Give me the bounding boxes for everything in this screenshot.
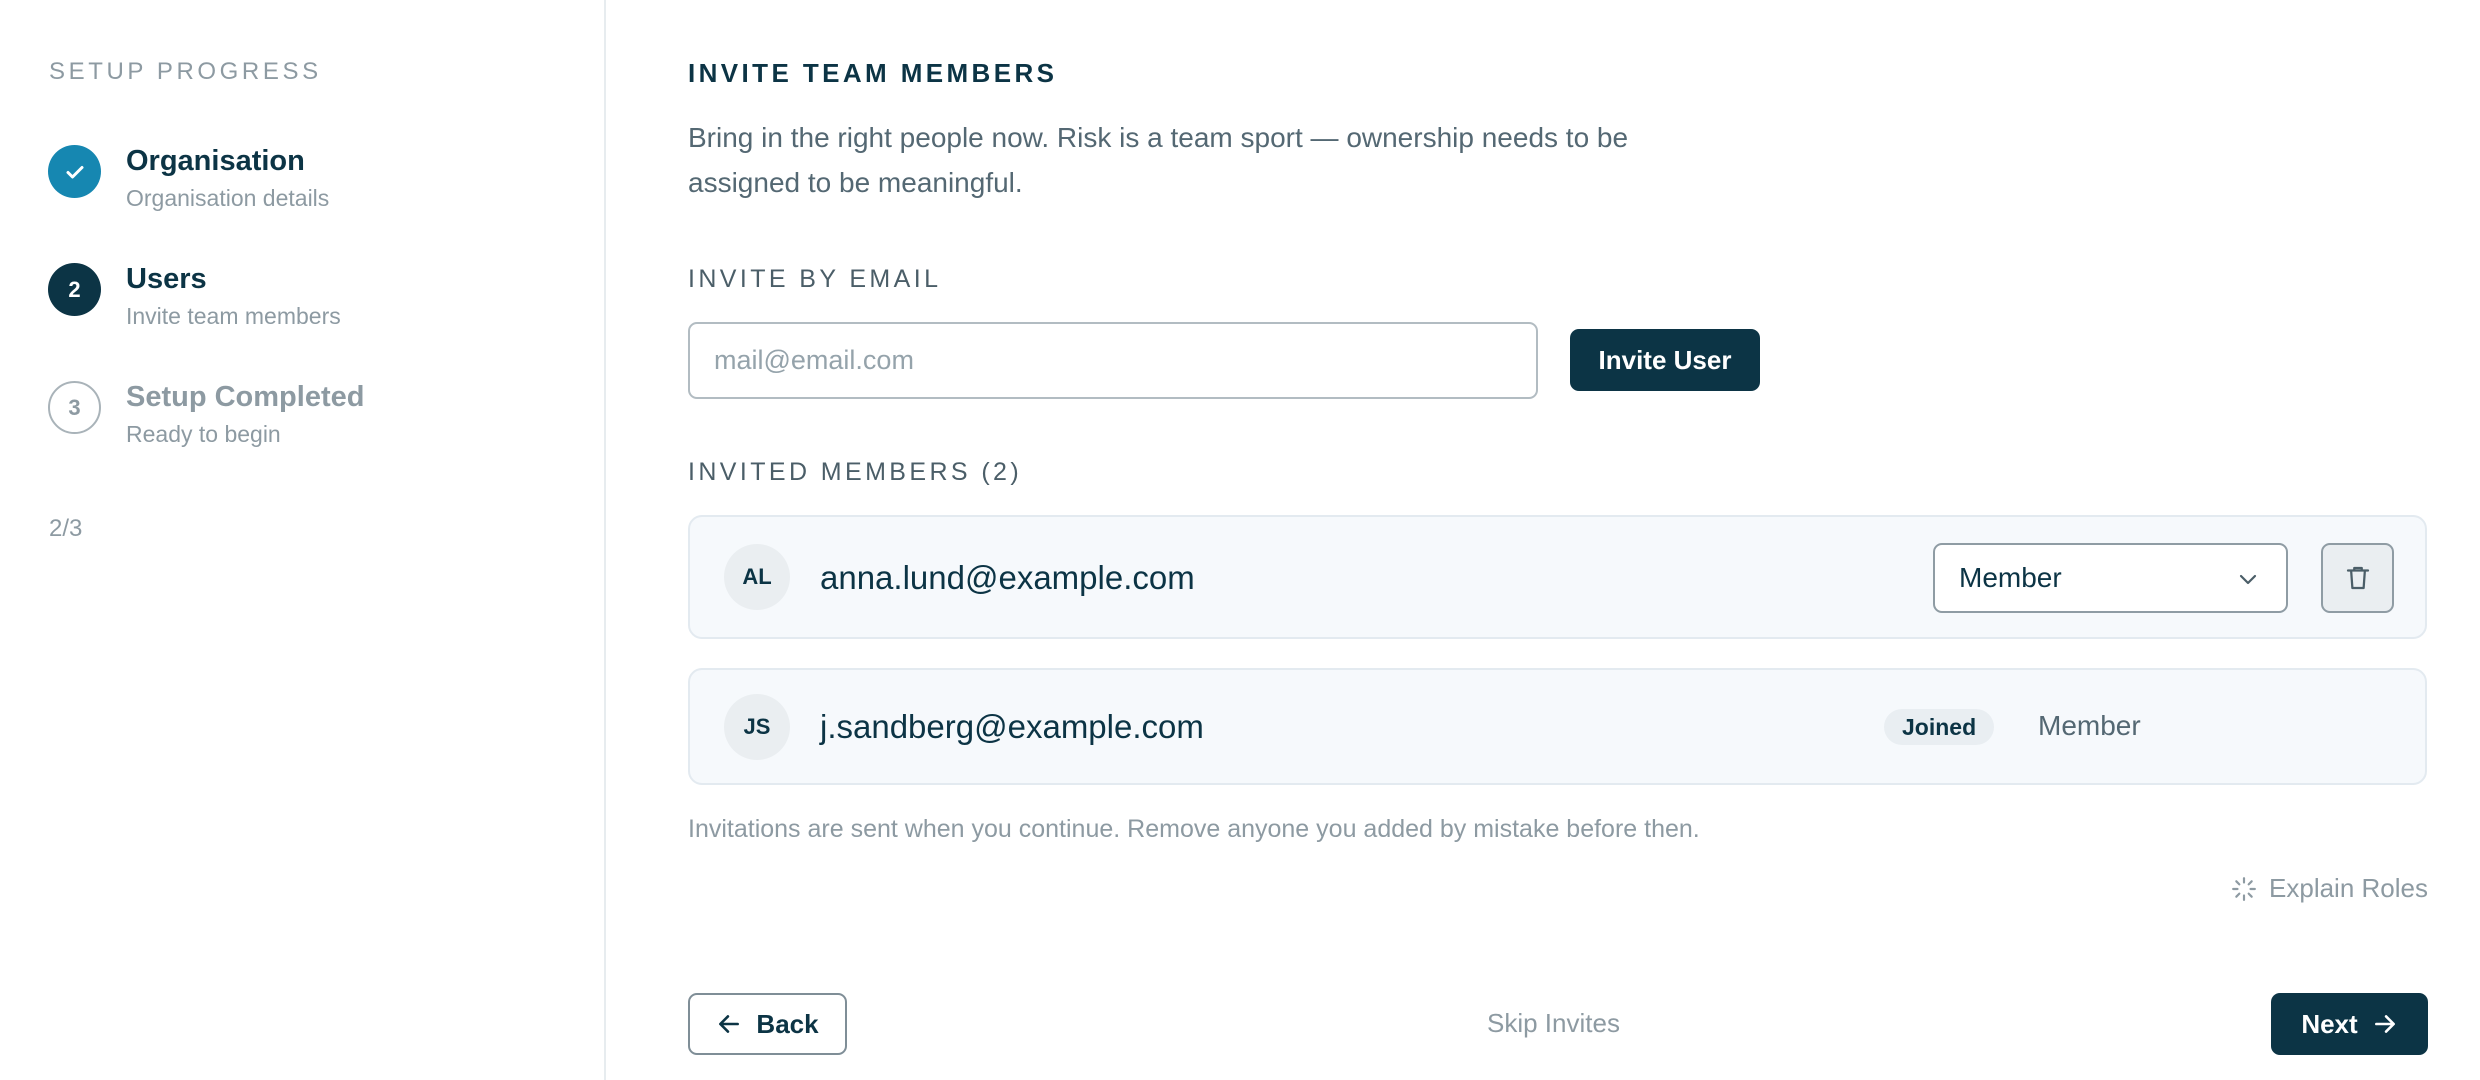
next-button[interactable]: Next xyxy=(2271,993,2428,1055)
member-row: JS j.sandberg@example.com Joined Member xyxy=(688,668,2427,785)
member-email: anna.lund@example.com xyxy=(820,559,1195,596)
spinner-icon xyxy=(2232,876,2256,901)
step-progress-counter: 2/3 xyxy=(49,515,83,542)
invite-user-button[interactable]: Invite User xyxy=(1570,329,1760,391)
chevron-down-icon xyxy=(2239,574,2257,585)
setup-wizard: SETUP PROGRESS Organisation Organisation… xyxy=(0,0,2480,1080)
main-content: INVITE TEAM MEMBERS Bring in the right p… xyxy=(688,0,2428,1080)
invitation-hint: Invitations are sent when you continue. … xyxy=(688,815,1700,843)
member-email: j.sandberg@example.com xyxy=(820,708,1204,745)
member-role: Member xyxy=(2038,710,2141,741)
check-icon xyxy=(66,165,83,178)
step-subtitle: Organisation details xyxy=(126,185,330,211)
step-label: Organisation xyxy=(126,145,305,177)
email-input[interactable] xyxy=(688,322,1538,399)
step-users[interactable]: 2 Users Invite team members xyxy=(48,263,568,343)
step-subtitle: Invite team members xyxy=(126,303,341,329)
skip-invites-link[interactable]: Skip Invites xyxy=(1487,1008,1620,1039)
next-button-label: Next xyxy=(2301,1008,2358,1039)
step-setup-completed: 3 Setup Completed Ready to begin xyxy=(48,381,568,461)
avatar: JS xyxy=(724,694,790,760)
step-done-indicator xyxy=(48,145,101,198)
arrow-left-icon xyxy=(719,1015,740,1033)
back-button[interactable]: Back xyxy=(688,993,847,1055)
member-row: AL anna.lund@example.com Member xyxy=(688,515,2427,639)
status-badge: Joined xyxy=(1884,709,1995,745)
step-number-indicator: 2 xyxy=(48,263,101,316)
explain-roles-label: Explain Roles xyxy=(2269,873,2428,903)
step-organisation[interactable]: Organisation Organisation details xyxy=(48,145,568,225)
role-select-value: Member xyxy=(1959,562,2062,593)
sidebar-title: SETUP PROGRESS xyxy=(49,58,322,85)
back-button-label: Back xyxy=(756,1008,819,1039)
step-subtitle: Ready to begin xyxy=(126,421,281,447)
trash-icon xyxy=(2346,566,2369,590)
invite-by-email-label: INVITE BY EMAIL xyxy=(688,265,942,293)
arrow-right-icon xyxy=(2374,1015,2395,1033)
intro-text: Bring in the right people now. Risk is a… xyxy=(688,122,1629,198)
avatar: AL xyxy=(724,544,790,610)
invited-members-label: INVITED MEMBERS (2) xyxy=(688,458,1023,486)
explain-roles-link[interactable]: Explain Roles xyxy=(2231,873,2428,904)
step-label: Setup Completed xyxy=(126,381,365,413)
remove-member-button[interactable] xyxy=(2321,543,2394,613)
step-number-indicator: 3 xyxy=(48,381,101,434)
role-select[interactable]: Member xyxy=(1933,543,2288,613)
page-title: INVITE TEAM MEMBERS xyxy=(688,58,1058,88)
setup-sidebar: SETUP PROGRESS Organisation Organisation… xyxy=(0,0,606,1080)
step-label: Users xyxy=(126,263,207,295)
